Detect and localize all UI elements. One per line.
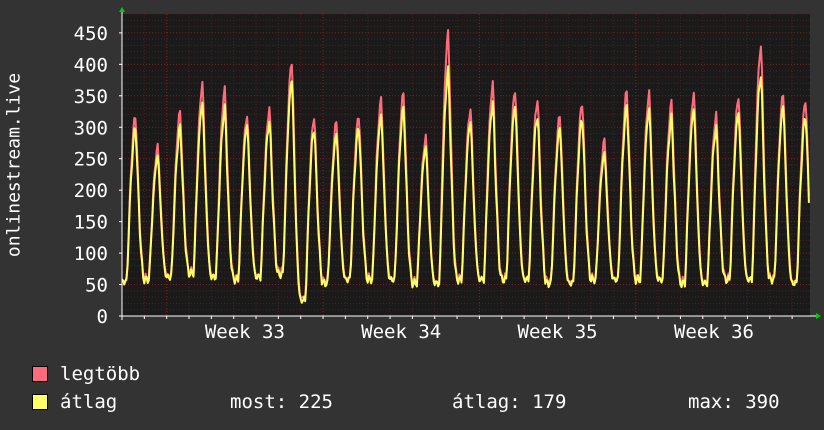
stat-average: átlag: 179 [452, 391, 567, 413]
legend-item-avg: átlag [32, 391, 117, 413]
legend-item-max: legtöbb [32, 363, 140, 385]
y-tick-label: 350 [74, 86, 108, 108]
chart: 0 50 100 150 200 250 300 350 400 450 Week 33 Week 3… [74, 7, 821, 343]
legend-label-max: legtöbb [60, 363, 141, 385]
y-tick-label: 150 [74, 212, 108, 234]
stat-current: most: 225 [230, 391, 333, 413]
legend-swatch-max [32, 366, 48, 382]
y-tick-label: 400 [74, 54, 108, 76]
y-tick-label: 50 [85, 275, 108, 297]
x-axis-arrow-icon [816, 313, 821, 319]
x-tick-label: Week 33 [205, 321, 285, 343]
y-tick-label: 100 [74, 243, 108, 265]
x-tick-label: Week 35 [518, 321, 598, 343]
y-axis-label: onlinestream.live [3, 72, 25, 258]
y-tick-label: 300 [74, 117, 108, 139]
y-tick-label: 200 [74, 180, 108, 202]
y-tick-label: 0 [97, 306, 108, 328]
x-tick-label: Week 36 [674, 321, 754, 343]
legend-swatch-avg [32, 394, 48, 410]
stat-max: max: 390 [688, 391, 780, 413]
y-tick-label: 450 [74, 23, 108, 45]
y-axis-arrow-icon [119, 7, 125, 12]
x-tick-label: Week 34 [361, 321, 441, 343]
legend-label-avg: átlag [60, 391, 118, 413]
y-tick-label: 250 [74, 149, 108, 171]
